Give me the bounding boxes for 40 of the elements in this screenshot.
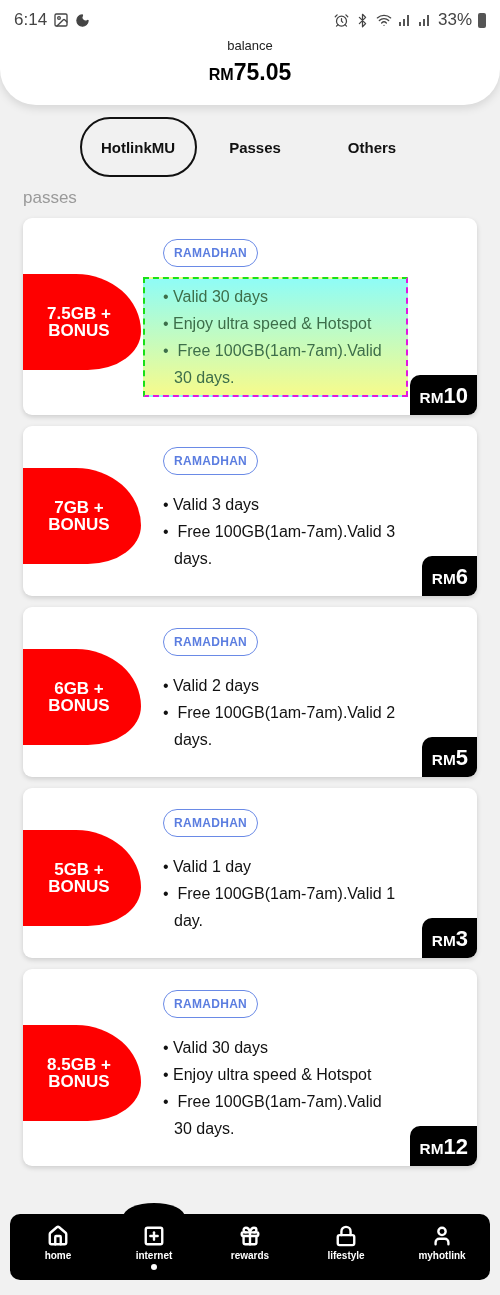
feature-text: • Enjoy ultra speed & Hotspot xyxy=(163,1065,373,1085)
pass-card[interactable]: 8.5GB + BONUS RAMADHAN • Valid 30 days • Enjoy ultra speed & Hotspot • Free 100GB(1am-7am).Valid 30 days. RM12 xyxy=(23,969,477,1166)
balance-label: balance xyxy=(227,38,273,53)
pass-card[interactable]: 5GB + BONUS RAMADHAN • Valid 1 day • Free 100GB(1am-7am).Valid 1 day. RM3 xyxy=(23,788,477,958)
pass-card[interactable]: 6GB + BONUS RAMADHAN • Valid 2 days • Free 100GB(1am-7am).Valid 2 days. RM5 xyxy=(23,607,477,777)
nav-item[interactable]: rewards xyxy=(205,1224,295,1270)
tab[interactable]: HotlinkMU xyxy=(79,117,197,177)
nav-item[interactable]: myhotlink xyxy=(397,1224,487,1270)
nav-item[interactable]: home xyxy=(13,1224,103,1270)
feature-text: • Free 100GB(1am-7am).Valid 30 days. xyxy=(163,341,383,388)
price-badge: RM5 xyxy=(421,737,477,777)
feature-text: • Valid 30 days xyxy=(163,1038,269,1058)
data-amount-label: 8.5GB + BONUS xyxy=(23,1024,141,1121)
data-amount-label: 7GB + BONUS xyxy=(23,468,141,564)
nav-item[interactable]: lifestyle xyxy=(301,1224,391,1270)
feature-text: • Valid 3 days xyxy=(163,495,261,515)
feature-text: • Free 100GB(1am-7am).Valid 1 day. xyxy=(163,884,397,931)
feature-text: • Free 100GB(1am-7am).Valid 2 days. xyxy=(163,703,397,750)
pass-card[interactable]: 7GB + BONUS RAMADHAN • Valid 3 days • Free 100GB(1am-7am).Valid 3 days. RM6 xyxy=(23,426,477,596)
tab[interactable]: Others xyxy=(313,117,431,177)
battery-percent: 33% xyxy=(437,10,472,30)
feature-text: • Free 100GB(1am-7am).Valid 3 days. xyxy=(163,522,397,569)
nav-item[interactable]: internet xyxy=(109,1224,199,1270)
price-badge: RM6 xyxy=(421,556,477,596)
pass-card[interactable]: 7.5GB + BONUS RAMADHAN • Valid 30 days • Enjoy ultra speed & Hotspot • Free 100GB(1am-7am).Valid 30 days. RM10 xyxy=(23,218,477,415)
price-badge: RM3 xyxy=(421,918,477,958)
feature-text: • Free 100GB(1am-7am).Valid 30 days. xyxy=(163,1092,383,1139)
status-time: 6:14 xyxy=(14,10,48,30)
price-badge: RM12 xyxy=(409,1126,477,1166)
price-badge: RM10 xyxy=(409,375,477,415)
feature-text: • Valid 2 days xyxy=(163,676,261,696)
data-amount-label: 5GB + BONUS xyxy=(23,830,141,926)
balance-amount: RM75.05 xyxy=(208,59,292,86)
feature-text: • Valid 30 days xyxy=(163,287,269,307)
tab[interactable]: Passes xyxy=(196,117,314,177)
feature-text: • Valid 1 day xyxy=(163,857,253,877)
section-title: passes xyxy=(22,188,78,208)
data-amount-label: 6GB + BONUS xyxy=(23,649,141,745)
feature-text: • Enjoy ultra speed & Hotspot xyxy=(163,314,373,334)
data-amount-label: 7.5GB + BONUS xyxy=(23,273,141,370)
